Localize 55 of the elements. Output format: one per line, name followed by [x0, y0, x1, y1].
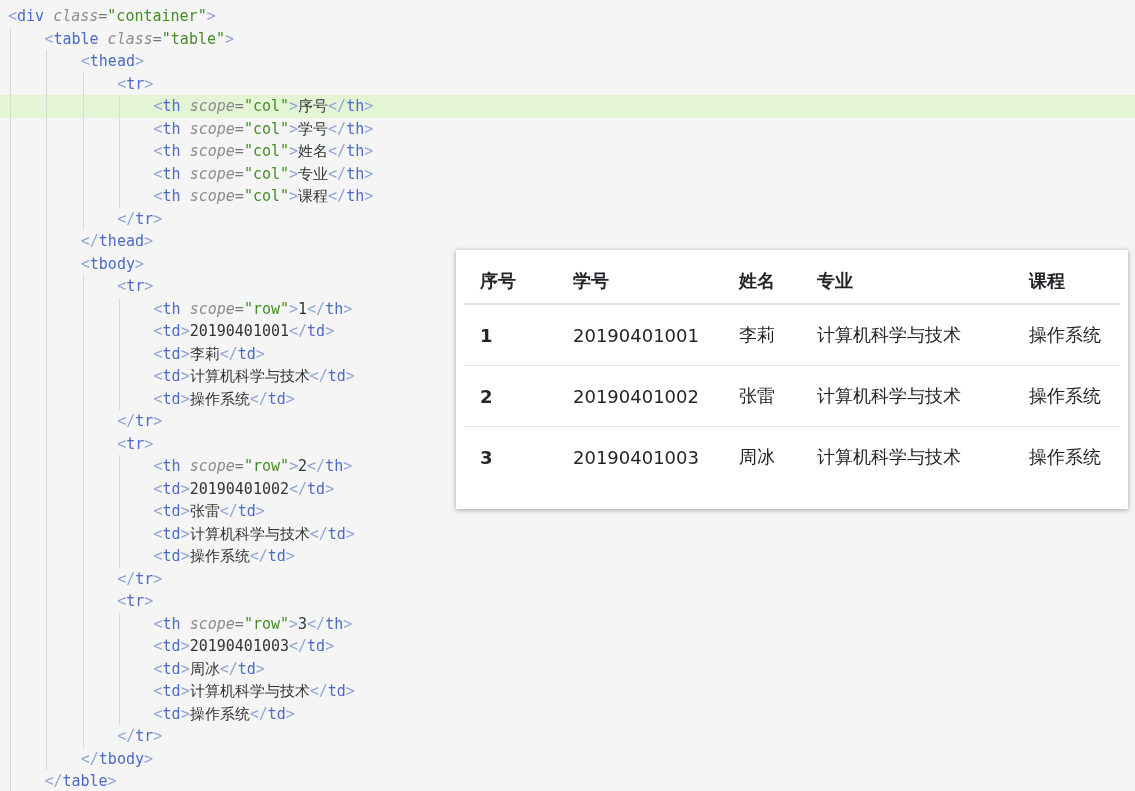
- table-cell: 周冰: [723, 426, 801, 487]
- code-line: </tbody>: [80, 748, 154, 770]
- code-line: <td>周冰</td>: [153, 658, 265, 680]
- code-line: <th scope="col">课程</th>: [153, 186, 374, 207]
- table-cell: 计算机科学与技术: [801, 304, 1013, 366]
- code-line: <td>操作系统</td>: [153, 703, 295, 725]
- table-cell: 3: [464, 426, 557, 487]
- code-line: <td>操作系统</td>: [153, 388, 295, 410]
- table-cell: 计算机科学与技术: [801, 426, 1013, 487]
- table-cell: 20190401002: [557, 365, 723, 427]
- table-cell: 操作系统: [1013, 304, 1120, 366]
- code-line: <tbody>: [80, 253, 144, 275]
- table-cell: 计算机科学与技术: [801, 365, 1013, 427]
- code-line: <tr>: [117, 433, 154, 455]
- code-line: </tr>: [117, 568, 163, 590]
- code-line: <td>操作系统</td>: [153, 546, 295, 567]
- code-line: </tr>: [117, 208, 163, 230]
- table-cell: 操作系统: [1013, 365, 1120, 427]
- code-line: <td>计算机科学与技术</td>: [153, 523, 355, 545]
- code-line: </table>: [44, 771, 117, 791]
- code-line: <th scope="col">姓名</th>: [153, 141, 374, 162]
- table-cell: 操作系统: [1013, 426, 1120, 487]
- code-line: <tr>: [117, 73, 154, 95]
- code-line: <table class="table">: [44, 28, 235, 50]
- code-line: <td>李莉</td>: [153, 343, 265, 365]
- code-line: </tr>: [117, 726, 163, 747]
- code-line: <th scope="col">学号</th>: [153, 118, 374, 140]
- column-header: 专业: [801, 258, 1013, 304]
- table-cell: 20190401001: [557, 304, 723, 366]
- code-line: <tr>: [117, 591, 154, 612]
- code-line: <td>20190401003</td>: [153, 636, 335, 657]
- column-header: 课程: [1013, 258, 1120, 304]
- code-line: <th scope="row">1</th>: [153, 298, 353, 320]
- column-header: 学号: [557, 258, 723, 304]
- code-line: <th scope="row">3</th>: [153, 613, 353, 635]
- code-line: </tr>: [117, 411, 163, 432]
- code-line: <td>20190401001</td>: [153, 321, 335, 342]
- code-line: <td>计算机科学与技术</td>: [153, 681, 355, 702]
- table-cell: 20190401003: [557, 426, 723, 487]
- code-line: <td>计算机科学与技术</td>: [153, 366, 355, 387]
- code-line: <thead>: [80, 51, 144, 72]
- code-line: <td>张雷</td>: [153, 501, 265, 522]
- table-cell: 1: [464, 304, 557, 366]
- table-cell: 2: [464, 365, 557, 427]
- code-line: <td>20190401002</td>: [153, 478, 335, 500]
- table-cell: 李莉: [723, 304, 801, 366]
- code-line: <div class="container">: [8, 6, 216, 27]
- table-cell: 张雷: [723, 365, 801, 427]
- code-line: <th scope="col">序号</th>: [153, 96, 374, 117]
- code-line: </thead>: [80, 231, 154, 252]
- column-header: 姓名: [723, 258, 801, 304]
- code-line: <tr>: [117, 276, 154, 297]
- column-header: 序号: [464, 258, 557, 304]
- code-line: <th scope="row">2</th>: [153, 456, 353, 477]
- code-line: <th scope="col">专业</th>: [153, 163, 374, 185]
